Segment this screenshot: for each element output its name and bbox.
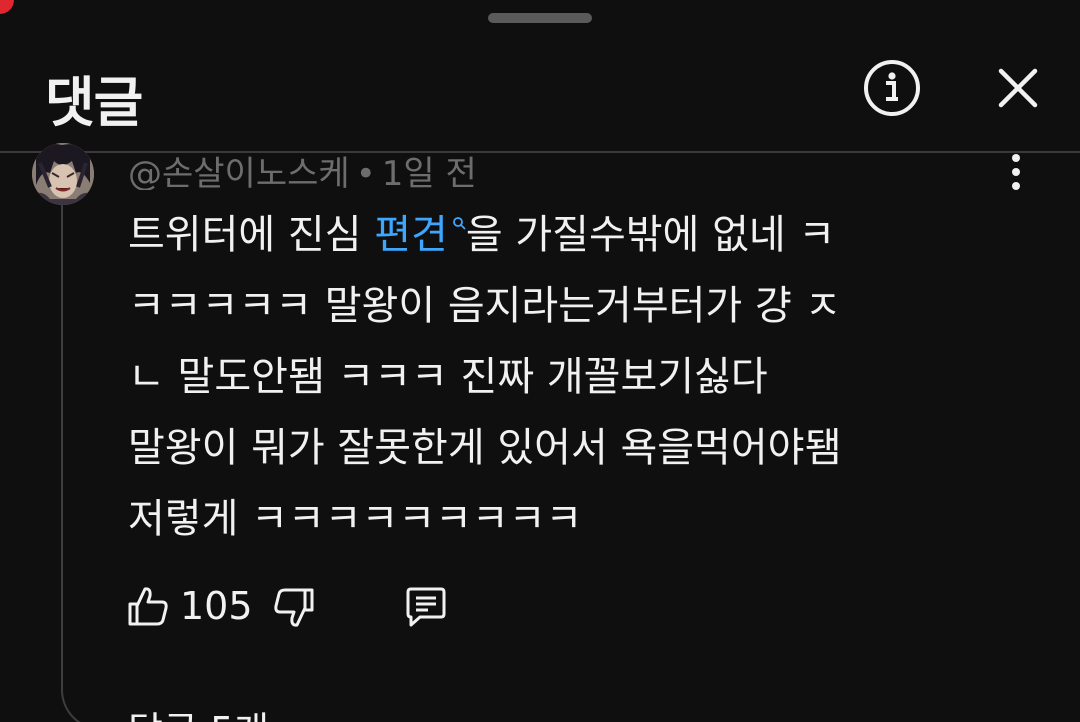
comment-text-segment: 을 가질수밖에 없네 ㅋ <box>465 212 836 258</box>
comment-line-3: ㄴ 말도안됌 ㅋㅋㅋ 진짜 개꼴보기싫다 <box>128 354 768 400</box>
comment-author[interactable]: @손살이노스케 <box>128 154 350 190</box>
comment-menu-button[interactable] <box>1000 152 1032 192</box>
header-title: 댓글 <box>45 71 143 134</box>
notification-dot <box>0 0 14 14</box>
comment-line-1: 트위터에 진심 편견 을 가질수밖에 없네 ㅋ <box>128 200 1008 271</box>
comment-line-2: ㅋㅋㅋㅋㅋ 말왕이 음지라는거부터가 걍 ㅈ <box>128 283 842 329</box>
comment-time: 1일 전 <box>381 154 477 190</box>
comments-sheet: 댓글 @손살이노스케 • 1일 전 트위터에 진심 편견 을 가질수밖에 없네 … <box>0 0 1080 722</box>
search-link-label: 편견 <box>374 212 448 258</box>
close-icon <box>998 68 1038 108</box>
reply-icon[interactable] <box>402 586 450 630</box>
search-link[interactable]: 편견 <box>374 212 466 258</box>
info-icon <box>864 60 920 116</box>
close-button[interactable] <box>988 58 1048 118</box>
like-icon[interactable] <box>126 584 170 628</box>
comment-actions: 105 <box>124 582 524 632</box>
search-icon <box>452 217 466 230</box>
like-count: 105 <box>180 584 253 628</box>
comment-meta: @손살이노스케 • 1일 전 <box>128 146 477 190</box>
comment-text-segment: 트위터에 진심 <box>128 212 375 258</box>
comments-header: 댓글 <box>0 40 1080 148</box>
comment-line-4: 말왕이 뭐가 잘못한게 있어서 욕을먹어야됌 <box>128 425 842 471</box>
comment-line-5: 저렇게 ㅋㅋㅋㅋㅋㅋㅋㅋㅋ <box>128 496 583 542</box>
info-button[interactable] <box>862 58 922 118</box>
avatar[interactable] <box>32 143 94 205</box>
avatar-image <box>32 143 94 205</box>
comment-text: 트위터에 진심 편견 을 가질수밖에 없네 ㅋ ㅋㅋㅋㅋㅋ 말왕이 음지라는거부터… <box>128 200 1008 555</box>
drag-handle[interactable] <box>488 13 592 23</box>
more-vert-icon <box>1012 154 1020 190</box>
thread-line <box>61 205 63 675</box>
meta-separator: • <box>355 154 376 190</box>
dislike-icon[interactable] <box>272 586 316 630</box>
thread-curve <box>61 660 121 722</box>
view-replies-button[interactable]: 답글 5개 › <box>128 700 296 722</box>
